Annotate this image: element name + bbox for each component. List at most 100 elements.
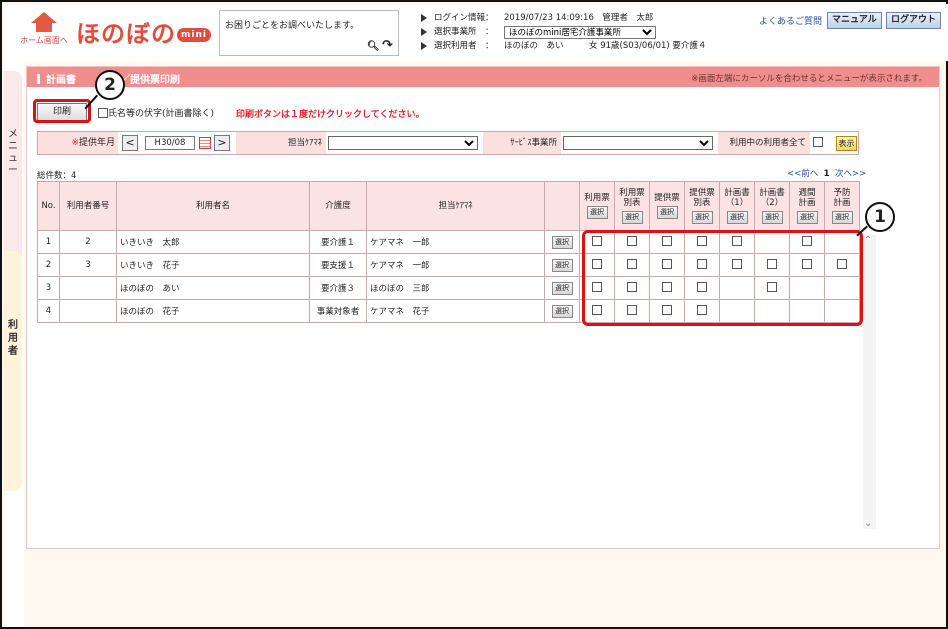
side-tabs: メニュー 利用者 xyxy=(4,61,24,627)
column-select-button[interactable]: 選択 xyxy=(726,211,748,224)
header-care-level: 介護度 xyxy=(309,181,367,231)
row-care-level: 要介護１ xyxy=(309,230,367,254)
prev-month-button[interactable]: < xyxy=(122,135,138,151)
header-col1: 利用票 選択 xyxy=(579,181,615,231)
column-select-button[interactable]: 選択 xyxy=(621,211,643,224)
row-care-manager: ほのぼの 三郎 xyxy=(366,276,545,300)
inuse-checkbox[interactable] xyxy=(813,137,823,147)
home-icon xyxy=(31,12,57,23)
office-select[interactable]: ほのぼのmini居宅介護事業所 xyxy=(504,25,656,39)
column-select-button[interactable]: 選択 xyxy=(691,211,713,224)
callout-2: 2 xyxy=(95,70,125,100)
pager: <<前へ 1 次へ>> xyxy=(787,167,866,179)
manual-button[interactable]: マニュアル xyxy=(827,12,882,29)
row-care-manager: ケアマネ 一郎 xyxy=(366,253,545,277)
row-care-level: 事業対象者 xyxy=(309,299,367,323)
filter-bar: ※提供年月 < H30/08 > 担当ｹｱﾏﾈ ｻｰﾋﾞｽ事業所 利用中の利用者… xyxy=(37,131,859,155)
user-tab[interactable]: 利用者 xyxy=(4,251,22,491)
triangle-icon xyxy=(421,14,427,22)
row-select-button[interactable]: 選択 xyxy=(551,235,573,249)
table-header-row: No. 利用者番号 利用者名 介護度 担当ｹｱﾏﾈ 利用票 選択 利用票別表 選択 … xyxy=(37,181,860,231)
calendar-icon[interactable] xyxy=(199,137,211,149)
selected-user: ほのぼの あい 女 91歳(S03/06/01) 要介護４ xyxy=(504,41,707,51)
column-select-button[interactable]: 選択 xyxy=(796,211,818,224)
row-select-cell: 選択 xyxy=(544,253,580,277)
session-info: ログイン情報： 2019/07/23 14:09:16 管理者 太郎 選択事業所 … xyxy=(421,11,706,53)
triangle-icon xyxy=(421,28,427,36)
month-label: ※提供年月 xyxy=(38,132,118,154)
row-no: 4 xyxy=(37,299,60,323)
checkbox-highlight xyxy=(582,230,863,326)
column-select-button[interactable]: 選択 xyxy=(831,211,853,224)
faq-link[interactable]: よくあるご質問 xyxy=(759,14,822,27)
row-user-no xyxy=(59,299,117,323)
row-user-name: ほのぼの あい xyxy=(116,276,310,300)
main-panel: 計画書 票／提供票印刷 ※画面左端にカーソルを合わせるとメニューが表示されます。 … xyxy=(26,66,940,549)
go-arrow-icon[interactable]: ↷ xyxy=(382,38,393,53)
logo: ほのぼの mini xyxy=(76,14,211,49)
menu-hint: ※画面左端にカーソルを合わせるとメニューが表示されます。 xyxy=(691,74,927,84)
row-select-button[interactable]: 選択 xyxy=(551,258,573,272)
pager-current: 1 xyxy=(823,169,830,179)
chevron-up-icon[interactable]: ⌃ xyxy=(864,235,872,246)
home-button[interactable]: ホーム画面へ xyxy=(18,10,70,50)
page-title-bar: 計画書 票／提供票印刷 ※画面左端にカーソルを合わせるとメニューが表示されます。 xyxy=(27,67,939,87)
row-user-name: ほのぼの 花子 xyxy=(116,299,310,323)
header-col8: 予防計画 選択 xyxy=(824,181,860,231)
header-care-manager: 担当ｹｱﾏﾈ xyxy=(366,181,545,231)
logo-badge: mini xyxy=(177,28,211,42)
row-care-manager: ケアマネ 花子 xyxy=(366,299,545,323)
header-col5: 計画書（1） 選択 xyxy=(719,181,755,231)
print-warning: 印刷ボタンは１度だけクリックしてください。 xyxy=(236,110,425,120)
row-no: 1 xyxy=(37,230,60,254)
inuse-label: 利用中の利用者全て xyxy=(718,132,810,154)
header-select xyxy=(544,181,580,231)
row-user-name: いきいき 太郎 xyxy=(116,230,310,254)
row-select-button[interactable]: 選択 xyxy=(551,304,573,318)
pager-next[interactable]: 次へ>> xyxy=(835,169,866,179)
service-office-select[interactable] xyxy=(563,136,713,150)
header-user-name: 利用者名 xyxy=(116,181,310,231)
row-select-cell: 選択 xyxy=(544,276,580,300)
home-label: ホーム画面へ xyxy=(20,36,68,45)
month-input[interactable]: H30/08 xyxy=(145,136,195,150)
column-select-button[interactable]: 選択 xyxy=(761,211,783,224)
chevron-down-icon[interactable]: ⌄ xyxy=(864,518,872,529)
triangle-icon xyxy=(421,42,427,50)
header-col4: 提供票別表 選択 xyxy=(684,181,720,231)
print-highlight xyxy=(33,99,91,123)
header-col3: 提供票 選択 xyxy=(649,181,685,231)
service-office-label: ｻｰﾋﾞｽ事業所 xyxy=(483,132,561,154)
callout-1: 1 xyxy=(865,202,895,232)
header-col2: 利用票別表 選択 xyxy=(614,181,650,231)
row-care-manager: ケアマネ 一郎 xyxy=(366,230,545,254)
column-select-button[interactable]: 選択 xyxy=(586,206,608,219)
vertical-scrollbar[interactable]: ⌃ ⌄ xyxy=(863,235,876,529)
top-header: ホーム画面へ ほのぼの mini お困りごとをお調べいたします。 🔍︎ ↷ ログイ… xyxy=(4,4,948,61)
anonymize-option[interactable]: 氏名等の伏字(計画書除く) xyxy=(98,106,214,119)
login-info: 2019/07/23 14:09:16 管理者 太郎 xyxy=(504,13,654,23)
header-no: No. xyxy=(37,181,60,231)
pager-prev[interactable]: <<前へ xyxy=(787,169,818,179)
header-col6: 計画書（2） 選択 xyxy=(754,181,790,231)
header-user-no: 利用者番号 xyxy=(59,181,117,231)
column-select-button[interactable]: 選択 xyxy=(656,206,678,219)
help-text: お困りごとをお調べいたします。 xyxy=(225,21,360,31)
row-select-button[interactable]: 選択 xyxy=(551,281,573,295)
help-search-box[interactable]: お困りごとをお調べいたします。 🔍︎ ↷ xyxy=(219,10,399,56)
care-manager-label: 担当ｹｱﾏﾈ xyxy=(236,132,326,154)
show-button[interactable]: 表示 xyxy=(836,136,857,151)
row-no: 3 xyxy=(37,276,60,300)
row-user-name: いきいき 花子 xyxy=(116,253,310,277)
row-user-no: 2 xyxy=(59,230,117,254)
care-manager-select[interactable] xyxy=(328,136,478,150)
logout-button[interactable]: ログアウト xyxy=(886,12,942,29)
row-care-level: 要介護３ xyxy=(309,276,367,300)
row-select-cell: 選択 xyxy=(544,230,580,254)
anonymize-checkbox[interactable] xyxy=(98,107,108,118)
next-month-button[interactable]: > xyxy=(214,135,230,151)
row-user-no: 3 xyxy=(59,253,117,277)
window-frame: ホーム画面へ ほのぼの mini お困りごとをお調べいたします。 🔍︎ ↷ ログイ… xyxy=(0,0,948,629)
search-icon[interactable]: 🔍︎ xyxy=(367,41,380,52)
row-user-no xyxy=(59,276,117,300)
